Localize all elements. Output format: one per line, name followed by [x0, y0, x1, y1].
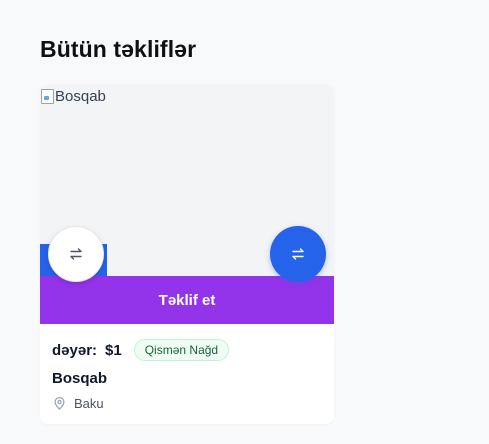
price: $1 — [105, 341, 122, 359]
item-name[interactable]: Bosqab — [52, 370, 322, 390]
map-pin-icon — [54, 396, 65, 410]
swap-arrows-icon — [70, 248, 82, 260]
page-title: Bütün təkliflər — [40, 36, 197, 62]
make-offer-button[interactable]: Təklif et — [40, 276, 334, 324]
swap-right-button[interactable] — [270, 226, 326, 282]
payment-type-badge: Qismən Nağd — [133, 339, 230, 361]
location-text: Baku — [74, 396, 104, 411]
value-label: dəyər: — [52, 341, 98, 359]
card-info: dəyər: $1 Qismən Nağd Bosqab Baku — [52, 338, 322, 411]
broken-image-icon — [40, 88, 54, 104]
image-alt-text: Bosqab — [55, 88, 106, 105]
swap-arrows-icon — [292, 248, 304, 260]
broken-image-placeholder: Bosqab — [40, 88, 106, 105]
page: Bütün təkliflər Bosqab Təklif et dəyər: … — [0, 0, 489, 444]
swap-left-button[interactable] — [48, 226, 104, 282]
location-row: Baku — [52, 396, 322, 411]
price-row: dəyər: $1 Qismən Nağd — [52, 338, 322, 362]
